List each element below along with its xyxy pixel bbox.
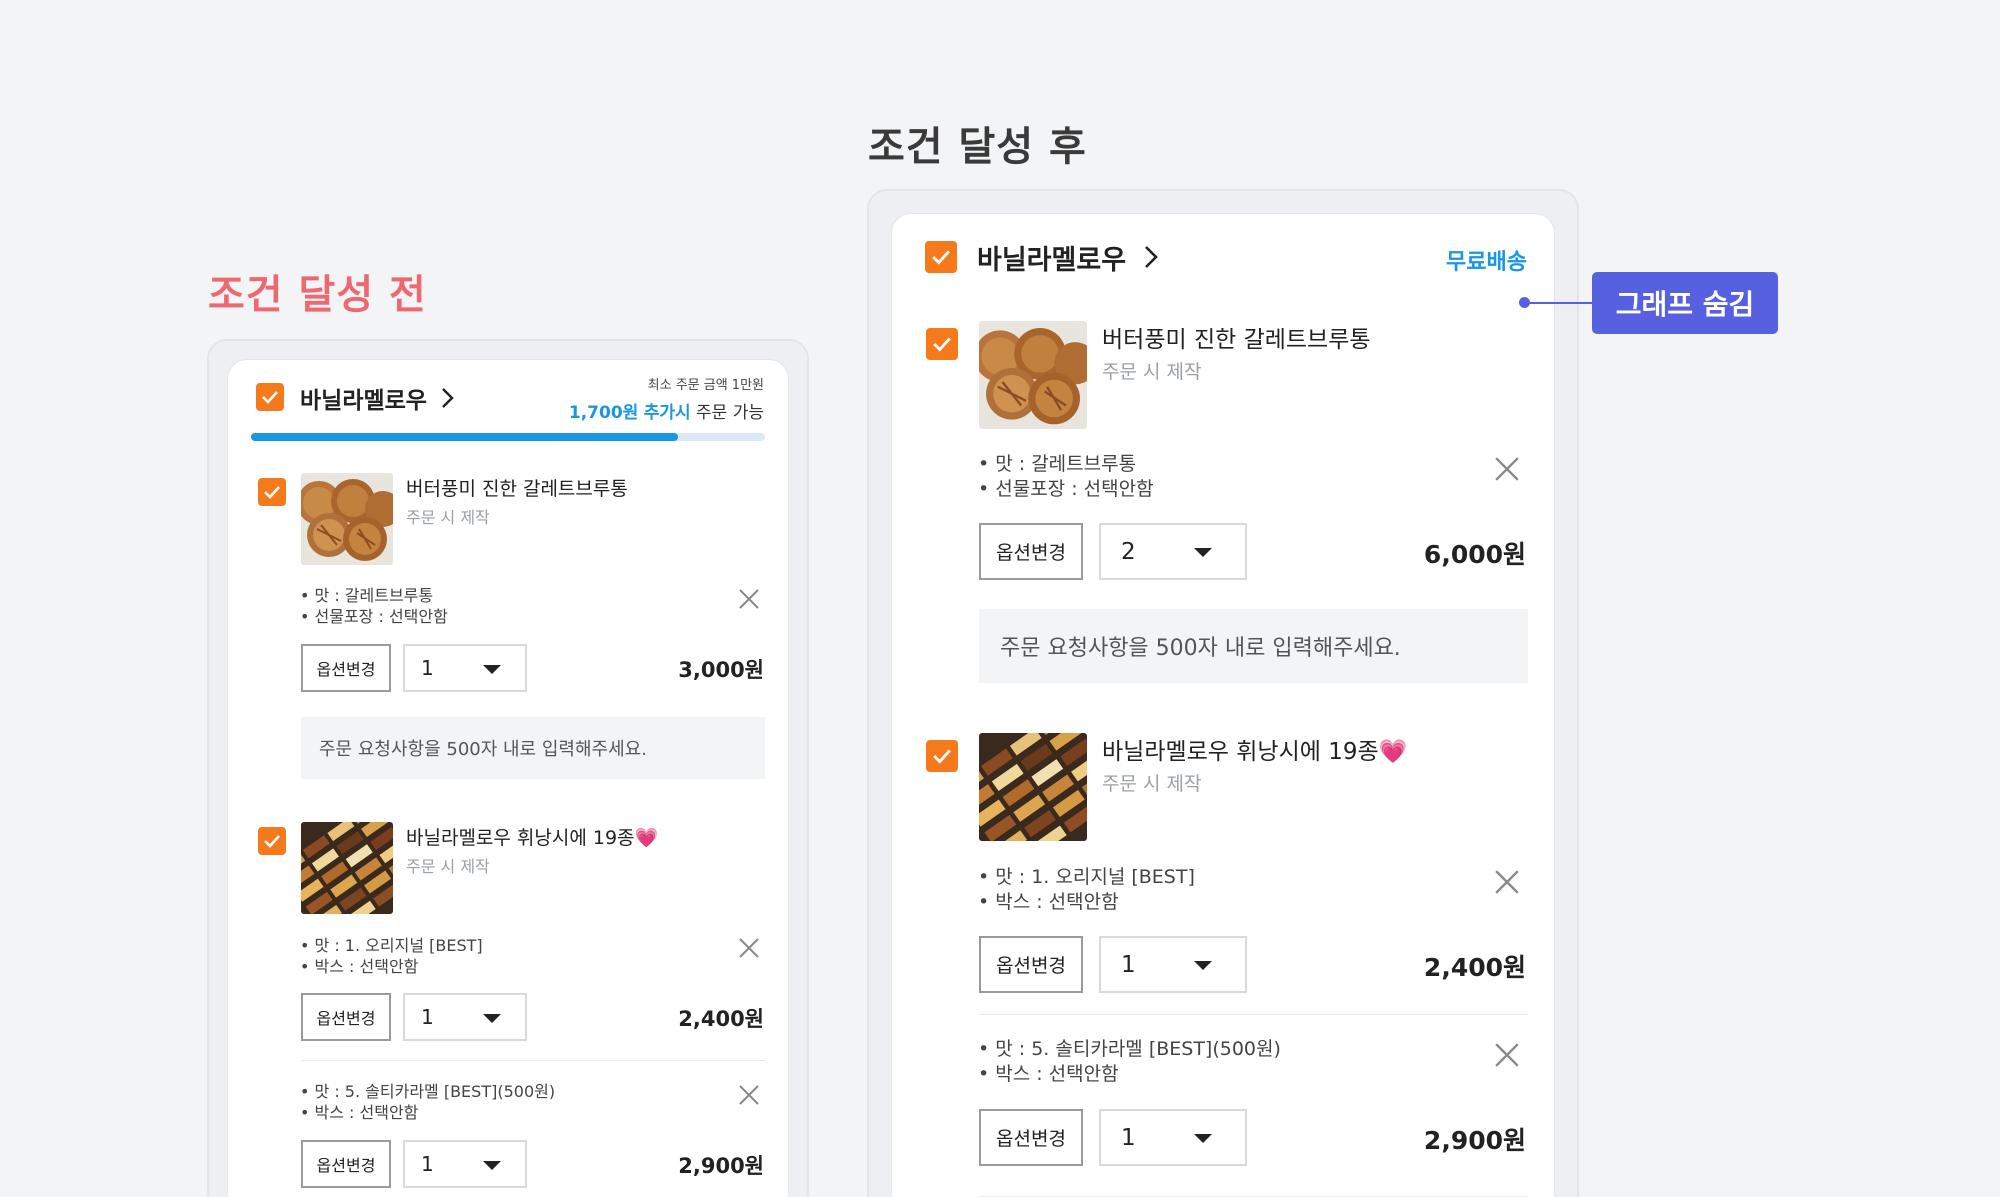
add-suffix: 추가시 (643, 403, 691, 423)
product-sub: 주문 시 제작 (406, 508, 490, 527)
quantity-value: 1 (1121, 1124, 1136, 1151)
option-price: 6,000원 (1423, 540, 1526, 569)
order-possible: 주문 가능 (696, 403, 764, 423)
heading-before: 조건 달성 전 (208, 272, 427, 318)
quantity-value: 1 (421, 656, 434, 680)
close-icon[interactable] (1495, 1043, 1519, 1067)
product-name[interactable]: 버터풍미 진한 갈레트브루통 (406, 474, 628, 501)
quantity-value: 2 (1121, 538, 1136, 565)
chevron-down-icon (483, 1014, 501, 1023)
chevron-down-icon (483, 1161, 501, 1170)
close-icon[interactable] (739, 589, 759, 609)
option-change-button[interactable]: 옵션변경 (301, 993, 391, 1041)
store-checkbox[interactable] (256, 383, 284, 411)
quantity-select[interactable]: 2 (1099, 523, 1247, 580)
option-change-button[interactable]: 옵션변경 (979, 1109, 1083, 1166)
option-divider (979, 1014, 1528, 1015)
order-memo-input[interactable]: 주문 요청사항을 500자 내로 입력해주세요. (979, 609, 1528, 683)
chevron-right-icon[interactable] (1143, 245, 1159, 269)
free-shipping-label: 무료배송 (1446, 250, 1527, 275)
option-price: 2,400원 (1423, 953, 1526, 982)
option-change-button[interactable]: 옵션변경 (301, 644, 391, 692)
product-name[interactable]: 바닐라멜로우 휘낭시에 19종💗 (1102, 732, 1407, 766)
quantity-value: 1 (421, 1152, 434, 1176)
option-line: • 맛 : 5. 솔티카라멜 [BEST](500원) (978, 1038, 1281, 1060)
option-price: 2,900원 (678, 1154, 764, 1178)
store-name[interactable]: 바닐라멜로우 (977, 238, 1126, 277)
option-change-button[interactable]: 옵션변경 (301, 1140, 391, 1188)
product-sub: 주문 시 제작 (1102, 773, 1202, 795)
option-line: • 선물포장 : 선택안함 (300, 607, 448, 626)
product-sub: 주문 시 제작 (1102, 361, 1202, 383)
option-price: 2,400원 (678, 1007, 764, 1031)
annotation-line (1524, 302, 1592, 304)
heading-after: 조건 달성 후 (868, 124, 1087, 170)
close-icon[interactable] (739, 1085, 759, 1105)
store-checkbox[interactable] (925, 241, 957, 273)
page: 조건 달성 전 조건 달성 후 바닐라멜로우 최소 주문 금액 1만원 1,70… (0, 0, 2000, 1197)
quantity-select[interactable]: 1 (403, 993, 527, 1041)
chevron-right-icon[interactable] (440, 387, 454, 409)
annotation-badge: 그래프 숨김 (1592, 272, 1778, 334)
quantity-value: 1 (1121, 951, 1136, 978)
chevron-down-icon (1194, 961, 1212, 970)
product-checkbox[interactable] (258, 827, 286, 855)
option-change-button[interactable]: 옵션변경 (979, 523, 1083, 580)
quantity-select[interactable]: 1 (403, 1140, 527, 1188)
option-price: 3,000원 (678, 658, 764, 682)
quantity-select[interactable]: 1 (1099, 936, 1247, 993)
option-line: • 박스 : 선택안함 (300, 1103, 419, 1122)
option-line: • 박스 : 선택안함 (978, 1063, 1119, 1085)
option-divider (301, 1060, 765, 1061)
quantity-select[interactable]: 1 (403, 644, 527, 692)
store-name[interactable]: 바닐라멜로우 (300, 381, 427, 415)
product-thumbnail[interactable] (301, 822, 393, 914)
close-icon[interactable] (1495, 870, 1519, 894)
order-condition: 1,700원 추가시 주문 가능 (569, 398, 764, 423)
product-checkbox[interactable] (926, 328, 958, 360)
order-memo-input[interactable]: 주문 요청사항을 500자 내로 입력해주세요. (301, 717, 765, 779)
product-checkbox[interactable] (258, 478, 286, 506)
option-line: • 박스 : 선택안함 (978, 891, 1119, 913)
quantity-value: 1 (421, 1005, 434, 1029)
product-name[interactable]: 버터풍미 진한 갈레트브루통 (1102, 320, 1371, 354)
close-icon[interactable] (1495, 457, 1519, 481)
close-icon[interactable] (739, 938, 759, 958)
product-thumbnail[interactable] (979, 321, 1087, 429)
option-line: • 맛 : 1. 오리지널 [BEST] (978, 866, 1195, 888)
product-thumbnail[interactable] (979, 733, 1087, 841)
chevron-down-icon (1194, 1134, 1212, 1143)
product-checkbox[interactable] (926, 740, 958, 772)
chevron-down-icon (483, 665, 501, 674)
after-cart-card: 바닐라멜로우 무료배송 버터풍미 진한 갈레트브루통 주문 시 제작 • 맛 :… (891, 213, 1555, 1197)
option-change-button[interactable]: 옵션변경 (979, 936, 1083, 993)
add-amount: 1,700원 (568, 403, 639, 423)
product-name[interactable]: 바닐라멜로우 휘낭시에 19종💗 (406, 823, 658, 850)
progress-track (251, 433, 765, 441)
chevron-down-icon (1194, 548, 1212, 557)
min-order-note: 최소 주문 금액 1만원 (647, 378, 764, 393)
quantity-select[interactable]: 1 (1099, 1109, 1247, 1166)
product-sub: 주문 시 제작 (406, 857, 490, 876)
progress-fill (251, 433, 678, 441)
option-line: • 맛 : 갈레트브루통 (978, 453, 1137, 475)
option-line: • 박스 : 선택안함 (300, 957, 419, 976)
before-cart-card: 바닐라멜로우 최소 주문 금액 1만원 1,700원 추가시 주문 가능 버터풍… (227, 359, 789, 1197)
option-line: • 선물포장 : 선택안함 (978, 478, 1154, 500)
option-price: 2,900원 (1423, 1126, 1526, 1155)
product-thumbnail[interactable] (301, 473, 393, 565)
